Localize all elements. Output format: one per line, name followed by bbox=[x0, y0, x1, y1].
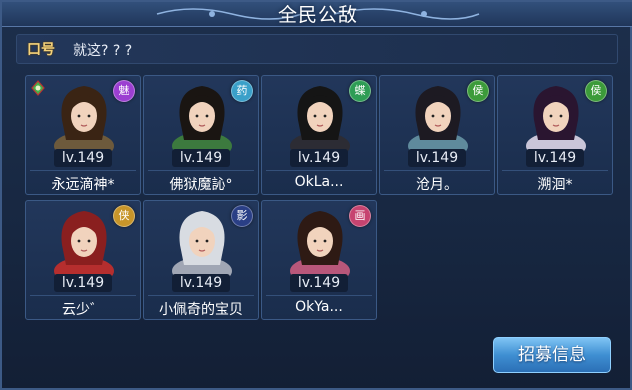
slogan-text: 就这? ? ? bbox=[73, 43, 133, 59]
slogan-row: 口号 就这? ? ? bbox=[16, 34, 618, 64]
guild-panel: 全民公敌 口号 就这? ? ? 魅 lv.149 永远滴神* 药 lv.149 … bbox=[0, 0, 632, 390]
leader-icon bbox=[31, 80, 45, 96]
class-badge-icon: 画 bbox=[349, 205, 371, 227]
divider bbox=[384, 170, 490, 171]
member-level: lv.149 bbox=[289, 149, 349, 167]
member-card[interactable]: 侯 lv.149 沧月。 bbox=[379, 75, 495, 195]
member-level: lv.149 bbox=[289, 274, 349, 292]
member-name: 永远滴神* bbox=[51, 177, 115, 193]
member-card[interactable]: 影 lv.149 小佩奇的宝贝 bbox=[143, 200, 259, 320]
character-portrait bbox=[290, 211, 350, 277]
member-name: 云少゛ bbox=[62, 302, 104, 318]
member-level: lv.149 bbox=[171, 149, 231, 167]
character-portrait bbox=[172, 211, 232, 277]
title-bar: 全民公敌 bbox=[2, 2, 632, 27]
member-level: lv.149 bbox=[53, 149, 113, 167]
member-level: lv.149 bbox=[407, 149, 467, 167]
member-card[interactable]: 蝶 lv.149 OkLa... bbox=[261, 75, 377, 195]
divider bbox=[266, 170, 372, 171]
character-portrait bbox=[54, 211, 114, 277]
class-badge-icon: 药 bbox=[231, 80, 253, 102]
divider bbox=[502, 170, 608, 171]
recruit-info-button[interactable]: 招募信息 bbox=[493, 337, 611, 373]
character-portrait bbox=[408, 86, 468, 152]
class-badge-icon: 侠 bbox=[113, 205, 135, 227]
character-portrait bbox=[54, 86, 114, 152]
member-name: 溯洄* bbox=[537, 177, 573, 193]
class-badge-icon: 侯 bbox=[467, 80, 489, 102]
member-level: lv.149 bbox=[525, 149, 585, 167]
member-card[interactable]: 侯 lv.149 溯洄* bbox=[497, 75, 613, 195]
panel-title: 全民公敌 bbox=[277, 4, 358, 26]
member-name: OkYa... bbox=[295, 299, 343, 315]
character-portrait bbox=[290, 86, 350, 152]
member-name: 佛狱魔訫° bbox=[169, 177, 233, 193]
member-card[interactable]: 魅 lv.149 永远滴神* bbox=[25, 75, 141, 195]
member-level: lv.149 bbox=[53, 274, 113, 292]
divider bbox=[148, 295, 254, 296]
member-card[interactable]: 侠 lv.149 云少゛ bbox=[25, 200, 141, 320]
member-card[interactable]: 药 lv.149 佛狱魔訫° bbox=[143, 75, 259, 195]
class-badge-icon: 蝶 bbox=[349, 80, 371, 102]
character-portrait bbox=[172, 86, 232, 152]
class-badge-icon: 影 bbox=[231, 205, 253, 227]
divider bbox=[148, 170, 254, 171]
divider bbox=[30, 295, 136, 296]
member-card[interactable]: 画 lv.149 OkYa... bbox=[261, 200, 377, 320]
member-name: 小佩奇的宝贝 bbox=[159, 302, 243, 318]
class-badge-icon: 侯 bbox=[585, 80, 607, 102]
divider bbox=[30, 170, 136, 171]
member-name: 沧月。 bbox=[416, 177, 458, 193]
class-badge-icon: 魅 bbox=[113, 80, 135, 102]
divider bbox=[266, 295, 372, 296]
member-level: lv.149 bbox=[171, 274, 231, 292]
member-name: OkLa... bbox=[294, 174, 344, 190]
slogan-label: 口号 bbox=[27, 42, 55, 58]
character-portrait bbox=[526, 86, 586, 152]
